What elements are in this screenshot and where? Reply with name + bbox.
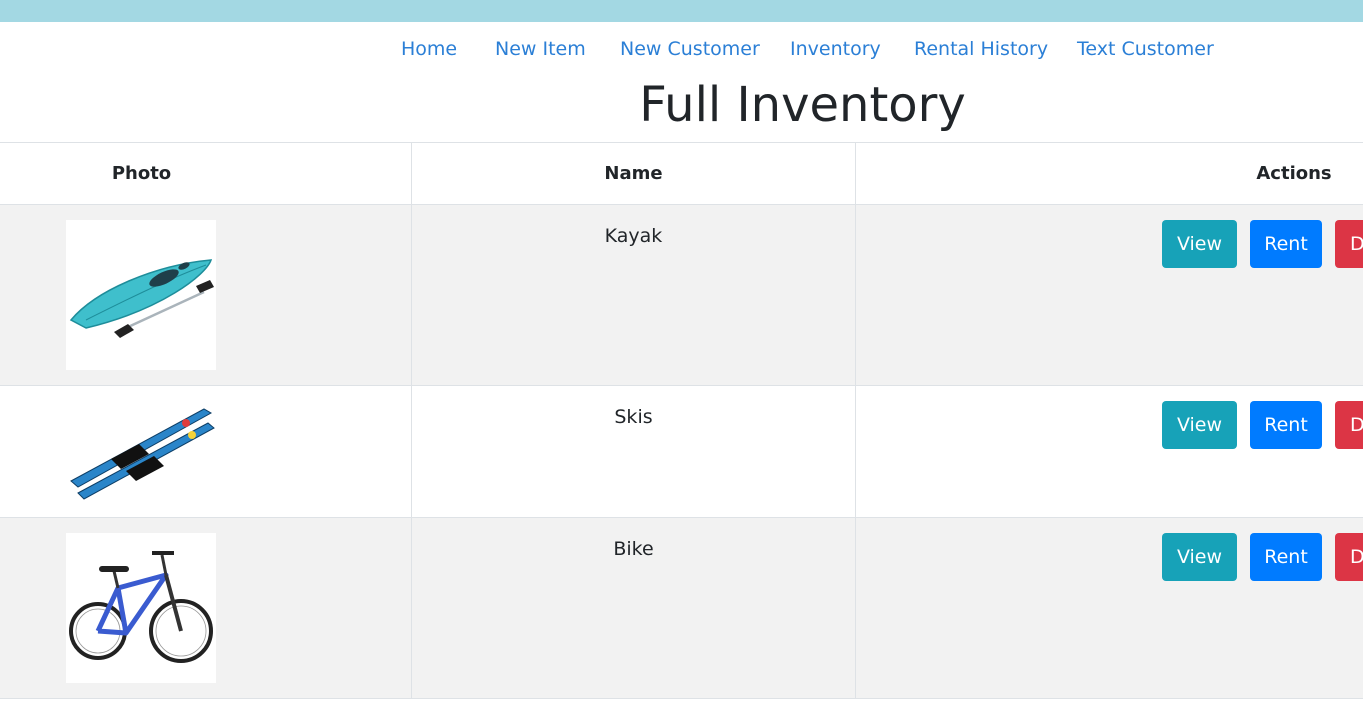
top-bar — [0, 0, 1363, 22]
table-row: Skis View Rent D — [0, 386, 1363, 518]
nav-new-customer-link[interactable]: New Customer — [620, 36, 760, 62]
name-column-header: Name — [604, 163, 663, 184]
delete-button[interactable]: D — [1335, 220, 1363, 268]
nav-inventory-link[interactable]: Inventory — [790, 36, 881, 62]
nav-rental-history-link[interactable]: Rental History — [914, 36, 1048, 62]
delete-button[interactable]: D — [1335, 401, 1363, 449]
item-name: Bike — [613, 538, 654, 560]
skis-photo — [66, 401, 216, 501]
item-name: Kayak — [604, 225, 663, 247]
column-divider — [411, 142, 412, 698]
bike-photo — [66, 533, 216, 683]
view-button[interactable]: View — [1162, 533, 1237, 581]
rent-button[interactable]: Rent — [1250, 401, 1322, 449]
main-nav: Home New Item New Customer Inventory Ren… — [0, 36, 1363, 62]
photo-column-header: Photo — [111, 163, 172, 184]
rent-button[interactable]: Rent — [1250, 533, 1322, 581]
nav-text-customer-link[interactable]: Text Customer — [1077, 36, 1214, 62]
nav-home-link[interactable]: Home — [401, 36, 457, 62]
nav-new-item-link[interactable]: New Item — [495, 36, 586, 62]
rent-button[interactable]: Rent — [1250, 220, 1322, 268]
view-button[interactable]: View — [1162, 401, 1237, 449]
kayak-photo — [66, 220, 216, 370]
actions-column-header: Actions — [1256, 163, 1332, 184]
view-button[interactable]: View — [1162, 220, 1237, 268]
item-name: Skis — [614, 406, 653, 428]
delete-button[interactable]: D — [1335, 533, 1363, 581]
page-title: Full Inventory — [639, 77, 966, 133]
column-divider — [855, 142, 856, 698]
table-header: Photo Name Actions — [0, 142, 1363, 206]
table-row: Kayak View Rent D — [0, 205, 1363, 386]
table-row: Bike View Rent D — [0, 518, 1363, 699]
